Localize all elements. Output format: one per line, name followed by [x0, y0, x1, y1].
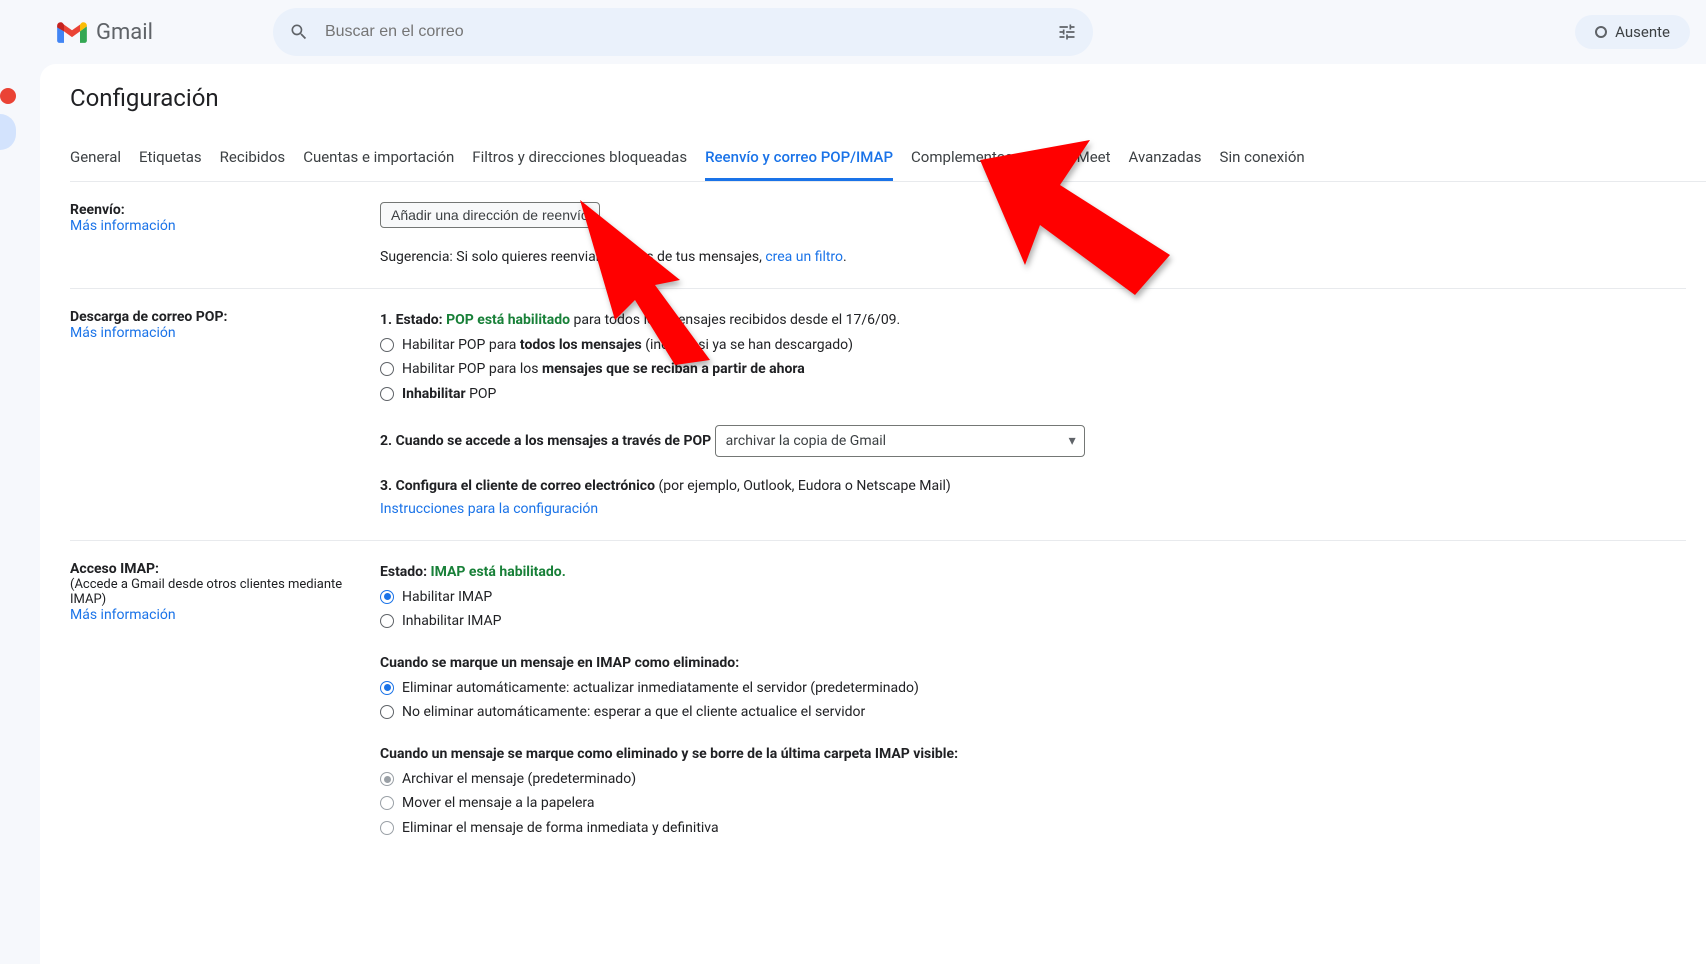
imap-delete-forever-radio[interactable]: Eliminar el mensaje de forma inmediata y…	[380, 817, 1686, 839]
imap-title: Acceso IMAP:	[70, 561, 380, 577]
inbox-indicator	[0, 114, 16, 150]
settings-panel: Configuración General Etiquetas Recibido…	[40, 64, 1706, 964]
left-sidebar-edge	[0, 80, 16, 150]
page-title: Configuración	[70, 84, 1706, 112]
pop-section: Descarga de correo POP: Más información …	[70, 289, 1686, 541]
tab-inbox[interactable]: Recibidos	[220, 136, 286, 181]
forwarding-tip-text: Sugerencia: Si solo quieres reenviar alg…	[380, 249, 765, 265]
gmail-logo[interactable]: Gmail	[56, 20, 153, 45]
forwarding-section: Reenvío: Más información Añadir una dire…	[70, 182, 1686, 289]
pop-config-instructions-link[interactable]: Instrucciones para la configuración	[380, 501, 598, 517]
presence-status-button[interactable]: Ausente	[1575, 15, 1690, 49]
app-header: Gmail Ausente	[0, 0, 1706, 64]
tab-filters[interactable]: Filtros y direcciones bloqueadas	[472, 136, 687, 181]
search-icon	[289, 22, 309, 42]
imap-enable-radio[interactable]: Habilitar IMAP	[380, 586, 1686, 608]
product-name: Gmail	[96, 20, 153, 45]
compose-indicator	[0, 88, 16, 104]
imap-section: Acceso IMAP: (Accede a Gmail desde otros…	[70, 541, 1686, 861]
tab-general[interactable]: General	[70, 136, 121, 181]
tab-addons[interactable]: Complementos	[911, 136, 1013, 181]
pop-disable-radio[interactable]: Inhabilitar POP	[380, 383, 1686, 405]
imap-archive-radio[interactable]: Archivar el mensaje (predeterminado)	[380, 768, 1686, 790]
pop-enable-all-radio[interactable]: Habilitar POP para todos los mensajes (i…	[380, 334, 1686, 356]
gmail-icon	[56, 20, 88, 44]
imap-deleted-heading: Cuando se marque un mensaje en IMAP como…	[380, 652, 1686, 674]
tab-advanced[interactable]: Avanzadas	[1129, 136, 1202, 181]
imap-expunge-heading: Cuando un mensaje se marque como elimina…	[380, 743, 1686, 765]
pop-access-label: 2. Cuando se accede a los mensajes a tra…	[380, 433, 711, 449]
tab-accounts[interactable]: Cuentas e importación	[303, 136, 454, 181]
imap-more-info-link[interactable]: Más información	[70, 607, 176, 623]
pop-action-select[interactable]: archivar la copia de Gmail	[715, 425, 1085, 457]
tab-offline[interactable]: Sin conexión	[1220, 136, 1305, 181]
imap-disable-radio[interactable]: Inhabilitar IMAP	[380, 610, 1686, 632]
forwarding-more-info-link[interactable]: Más información	[70, 218, 176, 234]
status-label: Ausente	[1615, 23, 1670, 41]
create-filter-link[interactable]: crea un filtro	[765, 249, 843, 265]
status-circle-icon	[1595, 26, 1607, 38]
pop-more-info-link[interactable]: Más información	[70, 325, 176, 341]
search-bar[interactable]	[273, 8, 1093, 56]
pop-enable-new-radio[interactable]: Habilitar POP para los mensajes que se r…	[380, 358, 1686, 380]
add-forwarding-address-button[interactable]: Añadir una dirección de reenvío	[380, 202, 600, 228]
imap-trash-radio[interactable]: Mover el mensaje a la papelera	[380, 792, 1686, 814]
forwarding-title: Reenvío:	[70, 202, 380, 218]
tab-chat-meet[interactable]: Chat y Meet	[1031, 136, 1111, 181]
imap-auto-expunge-radio[interactable]: Eliminar automáticamente: actualizar inm…	[380, 677, 1686, 699]
imap-subtitle: (Accede a Gmail desde otros clientes med…	[70, 577, 380, 607]
imap-status-value: IMAP está habilitado.	[431, 564, 566, 580]
search-input[interactable]	[325, 23, 1057, 41]
pop-title: Descarga de correo POP:	[70, 309, 380, 325]
tab-forwarding-pop-imap[interactable]: Reenvío y correo POP/IMAP	[705, 136, 893, 181]
tune-icon[interactable]	[1057, 22, 1077, 42]
tab-labels[interactable]: Etiquetas	[139, 136, 202, 181]
pop-status-value: POP está habilitado	[446, 312, 570, 328]
settings-tabs: General Etiquetas Recibidos Cuentas e im…	[70, 136, 1706, 182]
imap-no-auto-expunge-radio[interactable]: No eliminar automáticamente: esperar a q…	[380, 701, 1686, 723]
